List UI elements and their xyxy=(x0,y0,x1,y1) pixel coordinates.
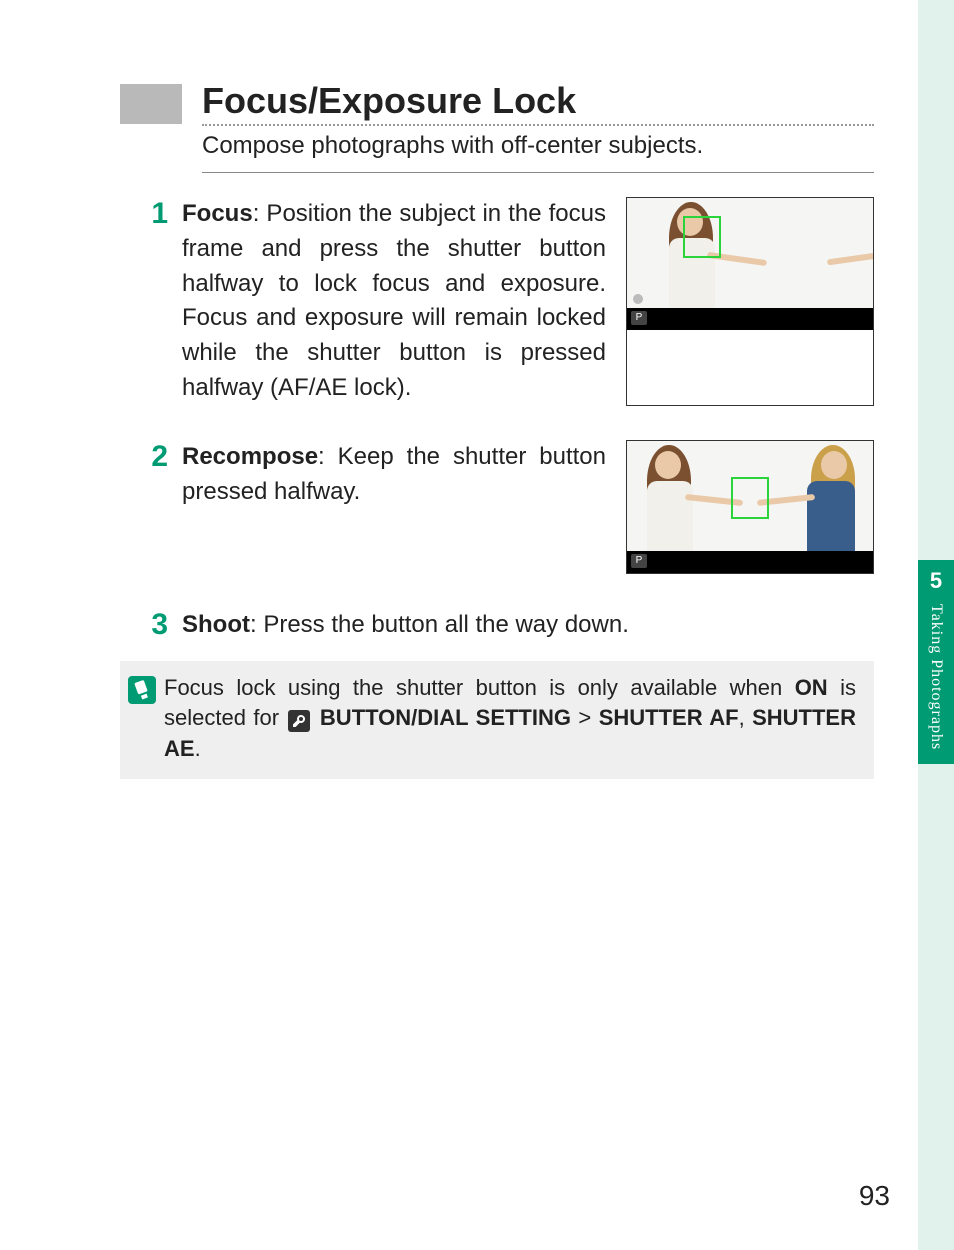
note-box: Focus lock using the shutter button is o… xyxy=(120,661,874,779)
section-header: Focus/Exposure Lock Compose photographs … xyxy=(120,80,874,166)
note-shutter-af: SHUTTER AF xyxy=(599,705,739,730)
step-2: 2 Recompose: Keep the shutter button pre… xyxy=(134,440,874,574)
page-content: Focus/Exposure Lock Compose photographs … xyxy=(0,0,914,1250)
step-text: Focus: Position the subject in the focus… xyxy=(182,197,606,406)
step-1: 1 Focus: Position the subject in the foc… xyxy=(134,197,874,406)
horizontal-rule xyxy=(202,172,874,173)
page-number: 93 xyxy=(859,1180,890,1212)
note-icon xyxy=(120,673,164,705)
note-on: ON xyxy=(795,675,828,700)
step-lead: Focus xyxy=(182,200,253,227)
focus-frame-icon xyxy=(683,216,721,258)
status-dot-icon xyxy=(633,294,643,304)
note-text: Focus lock using the shutter button is o… xyxy=(164,673,856,765)
section-title: Focus/Exposure Lock xyxy=(202,80,874,122)
section-subtitle: Compose photographs with off-center subj… xyxy=(202,132,874,160)
note-fragment: > xyxy=(571,705,599,730)
mode-badge: P xyxy=(631,311,647,325)
chapter-number: 5 xyxy=(930,568,942,594)
chapter-side-tab: 5 Taking Photographs xyxy=(918,560,954,764)
chapter-title: Taking Photographs xyxy=(927,604,945,750)
step-description: : Press the button all the way down. xyxy=(250,611,629,638)
step-text: Recompose: Keep the shutter button press… xyxy=(182,440,606,574)
note-setting: BUTTON/DIAL SETTING xyxy=(320,705,571,730)
step-number: 1 xyxy=(134,197,168,406)
note-fragment: , xyxy=(739,705,753,730)
step-number: 2 xyxy=(134,440,168,574)
focus-frame-icon xyxy=(731,477,769,519)
step-3: 3 Shoot: Press the button all the way do… xyxy=(134,608,874,643)
step-description: : Position the subject in the focus fram… xyxy=(182,200,606,401)
note-fragment: Focus lock using the shutter button is o… xyxy=(164,675,795,700)
dotted-rule xyxy=(202,124,874,126)
step-lead: Recompose xyxy=(182,443,318,470)
step-lead: Shoot xyxy=(182,611,250,638)
section-marker-icon xyxy=(120,84,182,124)
step-1-preview: P xyxy=(626,197,874,406)
wrench-icon xyxy=(288,710,310,732)
mode-badge: P xyxy=(631,554,647,568)
step-2-preview: P xyxy=(626,440,874,574)
note-fragment: . xyxy=(195,736,201,761)
step-text: Shoot: Press the button all the way down… xyxy=(182,608,629,643)
step-number: 3 xyxy=(134,608,168,643)
